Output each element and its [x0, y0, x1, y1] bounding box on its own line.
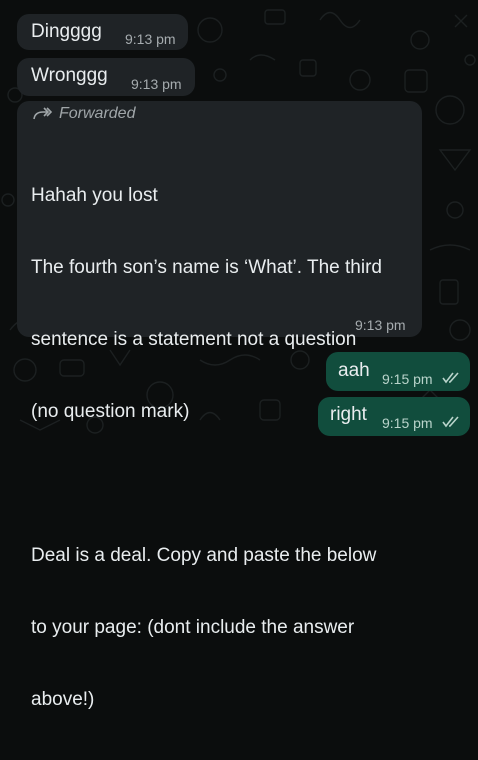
message-text: right [330, 404, 367, 425]
message-timestamp: 9:15 pm [382, 415, 433, 431]
forward-arrow-icon [33, 107, 53, 120]
message-line: sentence is a statement not a question [31, 329, 357, 350]
message-line [31, 472, 382, 496]
message-timestamp: 9:13 pm [131, 76, 182, 92]
message-timestamp: 9:13 pm [125, 31, 176, 47]
outgoing-message-bubble[interactable]: right 9:15 pm [318, 397, 470, 436]
message-body: Hahah you lost The fourth son’s name is … [31, 136, 382, 760]
double-check-icon [442, 372, 459, 384]
message-line: The fourth son’s name is ‘What’. The thi… [31, 257, 382, 278]
forwarded-message-bubble[interactable]: Forwarded Hahah you lost The fourth son’… [17, 101, 422, 710]
message-line: to your page: (dont include the answer [31, 617, 355, 638]
forwarded-label: Forwarded [33, 105, 135, 123]
message-line: above!) [31, 689, 95, 710]
forwarded-text: Forwarded [59, 105, 136, 122]
message-timestamp: 9:15 pm [382, 371, 433, 387]
message-line: Deal is a deal. Copy and paste the below [31, 545, 377, 566]
double-check-icon [442, 416, 459, 428]
outgoing-message-bubble[interactable]: aah 9:15 pm [326, 352, 470, 391]
message-line: Hahah you lost [31, 185, 158, 206]
message-bubble[interactable]: Wronggg 9:13 pm [17, 58, 195, 96]
message-text: aah [338, 360, 370, 381]
message-bubble[interactable]: Dingggg 9:13 pm [17, 14, 188, 50]
message-text: Dingggg [31, 21, 102, 42]
message-text: Wronggg [31, 65, 108, 86]
message-timestamp: 9:13 pm [355, 317, 406, 333]
